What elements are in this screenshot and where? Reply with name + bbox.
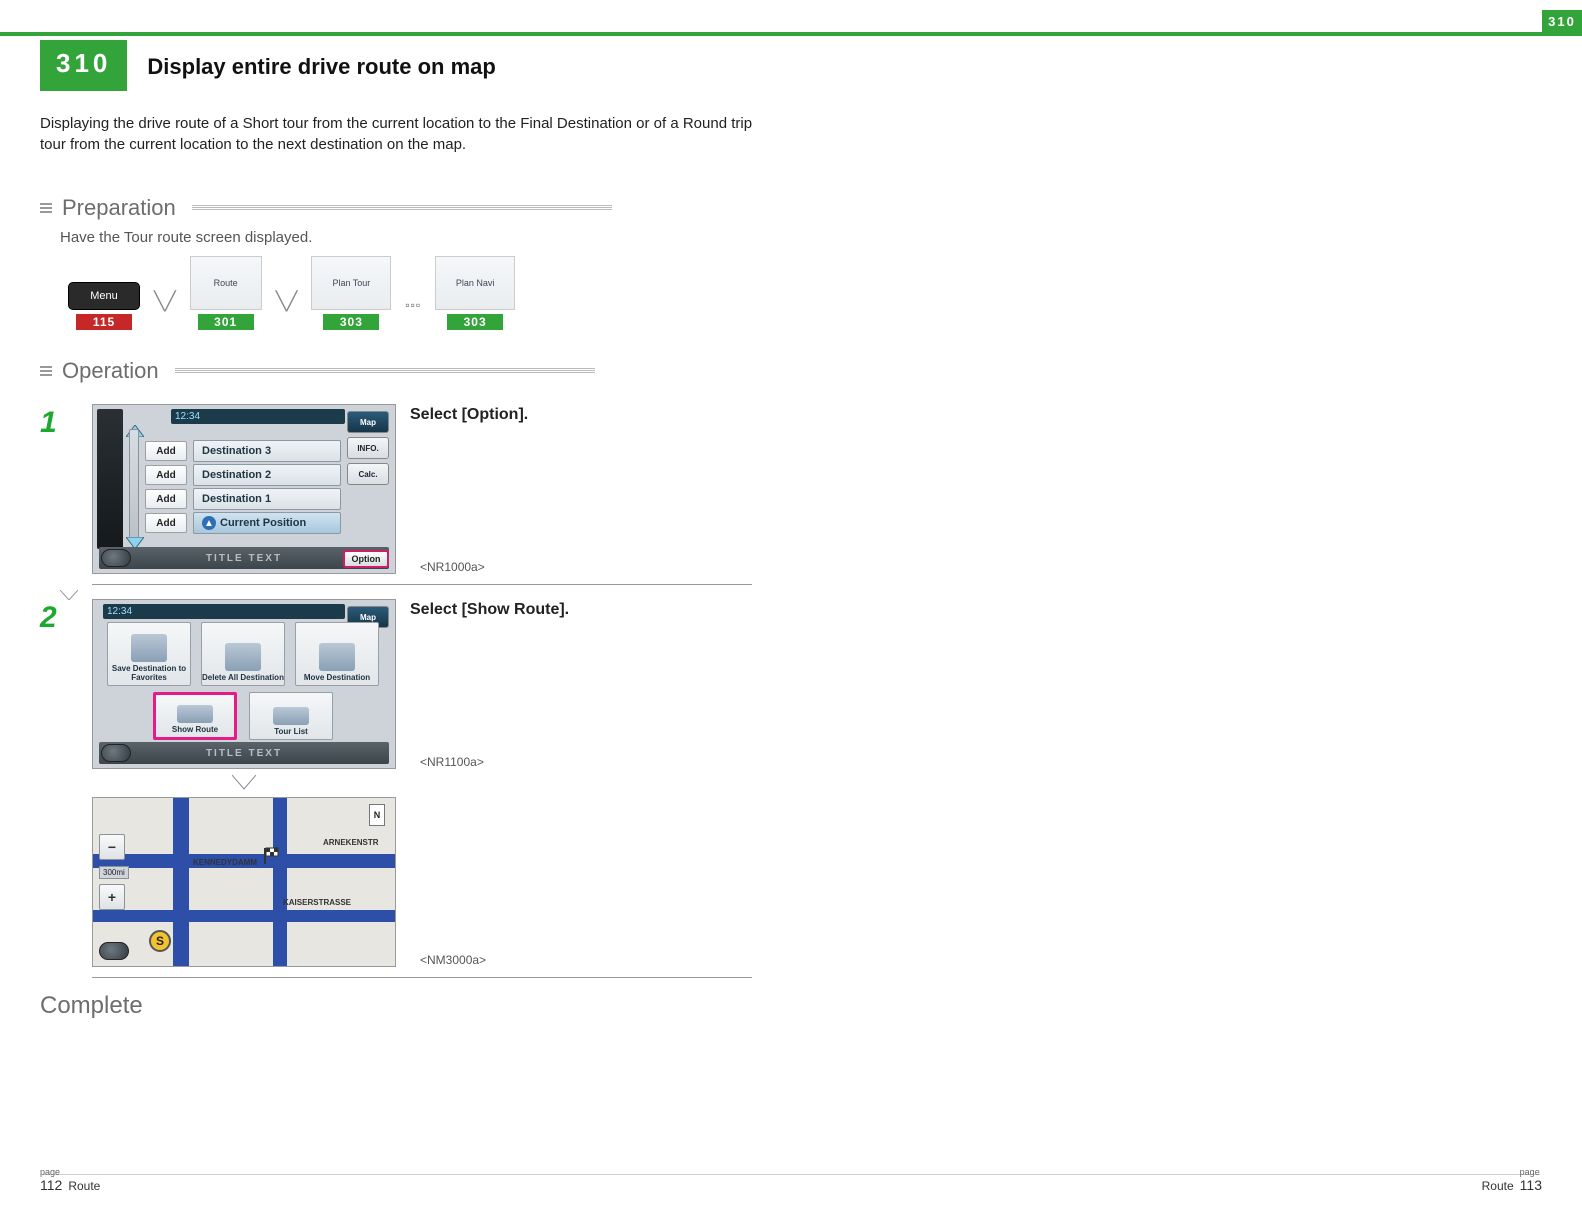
road-label: KENNEDYDAMM xyxy=(193,858,257,867)
step-divider xyxy=(92,977,752,978)
step2-code: <NR1100a> xyxy=(420,755,569,769)
page-number-badge: 310 xyxy=(40,40,127,91)
page-title: Display entire drive route on map xyxy=(127,40,495,91)
ref-badge-303b: 303 xyxy=(447,314,503,330)
info-button: INFO. xyxy=(347,437,389,459)
operation-heading-row: Operation xyxy=(40,358,1542,384)
dots-icon: ▫▫▫ xyxy=(401,298,425,330)
step-number: 1 xyxy=(40,404,76,585)
preparation-heading-row: Preparation xyxy=(40,195,1542,221)
step2-instruction: Select [Show Route]. xyxy=(410,599,569,619)
step-1: 1 12:34 Add Destination 3 Add Destinatio… xyxy=(40,396,1542,585)
left-page-number: 112 xyxy=(40,1177,62,1193)
corner-page-number: 310 xyxy=(1542,10,1582,32)
step1-code: <NR1000a> xyxy=(420,560,528,574)
step-divider xyxy=(92,584,752,585)
ref-badge-301: 301 xyxy=(198,314,254,330)
section-bars-icon xyxy=(40,203,52,213)
destination-2: Destination 2 xyxy=(193,464,341,486)
add-button: Add xyxy=(145,489,187,509)
step-number: 2 xyxy=(40,599,76,978)
intro-text: Displaying the drive route of a Short to… xyxy=(40,113,760,155)
section-rule xyxy=(192,205,612,211)
preparation-heading: Preparation xyxy=(62,195,176,221)
back-icon xyxy=(101,549,131,567)
calc-button: Calc. xyxy=(347,463,389,485)
plan-tour-thumb: Plan Tour xyxy=(311,256,391,310)
preparation-note: Have the Tour route screen displayed. xyxy=(60,229,1542,246)
road-label: KAISERSTRASSE xyxy=(283,898,351,907)
header-accent-line xyxy=(0,32,1582,36)
flag-icon xyxy=(261,846,281,866)
step2-map-code: <NM3000a> xyxy=(420,953,486,967)
operation-heading: Operation xyxy=(62,358,159,384)
add-button: Add xyxy=(145,441,187,461)
delete-all-tile: Delete All Destination xyxy=(201,622,285,686)
menu-button-thumb: Menu xyxy=(68,282,140,310)
zoom-in-icon: + xyxy=(99,884,125,910)
ref-badge-303a: 303 xyxy=(323,314,379,330)
option-button-highlighted: Option xyxy=(343,550,389,568)
preparation-thumbnails: Menu 115 ╲╱ Route 301 ╲╱ Plan Tour 303 ▫… xyxy=(68,256,1542,330)
show-route-tile-highlighted: Show Route xyxy=(153,692,237,740)
add-button: Add xyxy=(145,465,187,485)
destination-3: Destination 3 xyxy=(193,440,341,462)
notch-icon xyxy=(60,590,78,600)
compass-icon: N xyxy=(369,804,385,826)
map-button: Map xyxy=(347,411,389,433)
add-button: Add xyxy=(145,513,187,533)
start-marker: S xyxy=(149,930,171,952)
page-label: page xyxy=(1520,1168,1542,1177)
time-label: 12:34 xyxy=(171,409,345,424)
left-section: Route xyxy=(68,1179,100,1193)
zoom-out-icon: − xyxy=(99,834,125,860)
down-connector xyxy=(92,775,396,791)
save-destination-tile: Save Destination to Favorites xyxy=(107,622,191,686)
back-icon xyxy=(99,942,129,960)
destination-1: Destination 1 xyxy=(193,488,341,510)
step1-instruction: Select [Option]. xyxy=(410,404,528,424)
title-text-bar: TITLE TEXT xyxy=(99,742,389,764)
arrow-icon: ╲╱ xyxy=(272,291,302,330)
page-label: page xyxy=(40,1168,62,1177)
arrow-icon: ╲╱ xyxy=(150,291,180,330)
tour-list-tile: Tour List xyxy=(249,692,333,740)
section-bars-icon xyxy=(40,366,52,376)
step1-screenshot: 12:34 Add Destination 3 Add Destination … xyxy=(92,404,396,574)
road-label: ARNEKENSTR xyxy=(323,838,379,847)
route-thumb: Route xyxy=(190,256,262,310)
current-position: ▲ Current Position xyxy=(193,512,341,534)
scale-label: 300mi xyxy=(99,866,129,879)
step2-screenshot: 12:34 Map Save Destination to Favorites … xyxy=(92,599,396,769)
plan-navi-thumb: Plan Navi xyxy=(435,256,515,310)
complete-label: Complete xyxy=(40,992,1542,1020)
time-label: 12:34 xyxy=(103,604,345,619)
move-destination-tile: Move Destination xyxy=(295,622,379,686)
section-rule xyxy=(175,368,595,374)
footer: page 112 Route Route page 113 xyxy=(40,1168,1542,1193)
back-icon xyxy=(101,744,131,762)
ref-badge-115: 115 xyxy=(76,314,132,330)
step-2: 2 12:34 Map Save Destination to Favorite… xyxy=(40,591,1542,978)
right-page-number: 113 xyxy=(1520,1177,1542,1193)
right-section: Route xyxy=(1482,1179,1514,1193)
step2-map-screenshot: KENNEDYDAMM ARNEKENSTR KAISERSTRASSE − 3… xyxy=(92,797,396,967)
